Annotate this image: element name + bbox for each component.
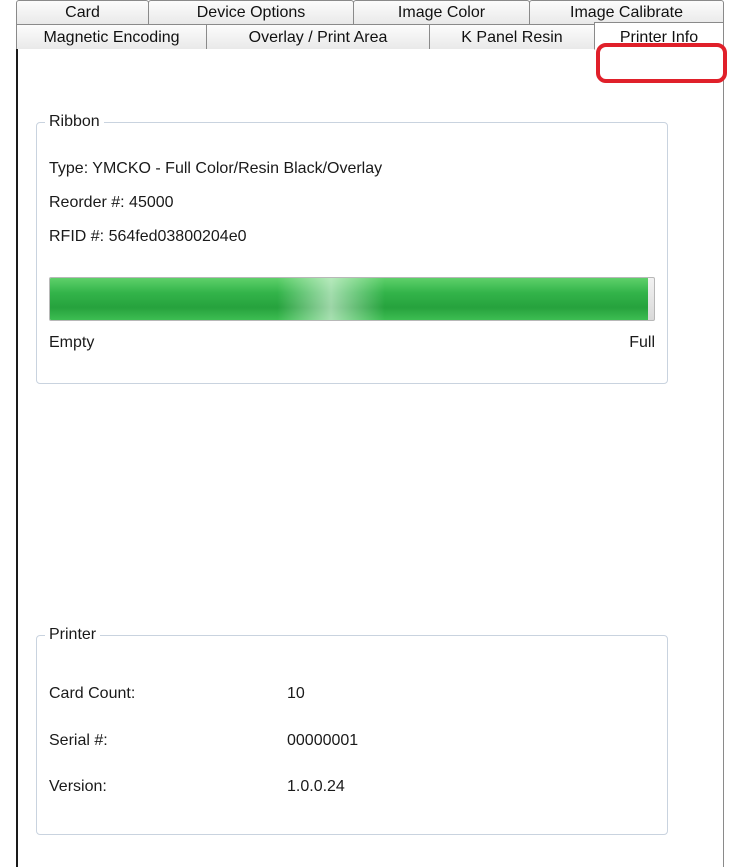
card-count-label: Card Count: [49, 685, 136, 702]
tab-image-calibrate[interactable]: Image Calibrate [529, 0, 724, 24]
ribbon-group: Ribbon Type: YMCKO - Full Color/Resin Bl… [36, 112, 668, 384]
tab-device-options[interactable]: Device Options [148, 0, 354, 24]
printer-group-legend: Printer [45, 625, 101, 645]
tab-card[interactable]: Card [16, 0, 149, 24]
printer-group: Printer Card Count: 10 Serial #: 0000000… [36, 625, 668, 835]
tab-overlay-print-area[interactable]: Overlay / Print Area [206, 24, 430, 50]
tab-magnetic-encoding[interactable]: Magnetic Encoding [16, 24, 207, 50]
ribbon-type: Type: YMCKO - Full Color/Resin Black/Ove… [49, 160, 383, 177]
ribbon-full-label: Full [629, 334, 655, 351]
tab-image-color[interactable]: Image Color [353, 0, 530, 24]
ribbon-rfid-number: RFID #: 564fed03800204e0 [49, 228, 247, 245]
version-value: 1.0.0.24 [287, 778, 345, 795]
ribbon-empty-label: Empty [49, 334, 95, 351]
tab-row-back: Card Device Options Image Color Image Ca… [16, 0, 724, 24]
ribbon-group-legend: Ribbon [45, 112, 104, 132]
serial-number-label: Serial #: [49, 732, 108, 749]
tab-row-front: Magnetic Encoding Overlay / Print Area K… [16, 22, 724, 50]
printer-properties-dialog: Card Device Options Image Color Image Ca… [0, 0, 732, 867]
card-count-value: 10 [287, 685, 305, 702]
ribbon-reorder-number: Reorder #: 45000 [49, 194, 174, 211]
version-label: Version: [49, 778, 107, 795]
ribbon-level-fill [50, 278, 648, 320]
tab-printer-info[interactable]: Printer Info [594, 22, 724, 50]
ribbon-level-bar [49, 277, 655, 321]
serial-number-value: 00000001 [287, 732, 359, 749]
tab-k-panel-resin[interactable]: K Panel Resin [429, 24, 595, 50]
